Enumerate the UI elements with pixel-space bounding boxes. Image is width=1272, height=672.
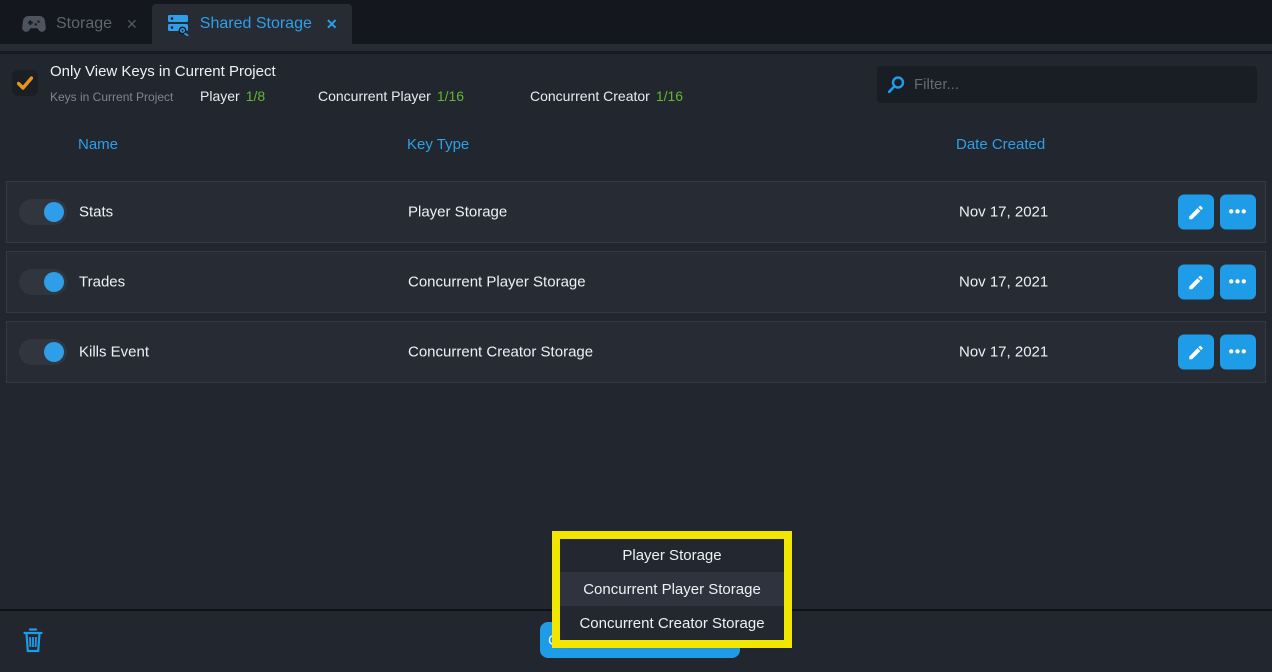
only-view-keys-checkbox[interactable] xyxy=(12,70,38,96)
enabled-toggle[interactable] xyxy=(19,269,67,295)
trash-icon xyxy=(23,628,43,653)
pencil-icon xyxy=(1187,273,1205,291)
column-header-date-created[interactable]: Date Created xyxy=(956,136,1045,153)
pencil-icon xyxy=(1187,343,1205,361)
key-type-dropdown-menu: Player Storage Concurrent Player Storage… xyxy=(560,538,784,640)
ellipsis-icon: ••• xyxy=(1229,274,1248,291)
gamepad-icon xyxy=(22,16,46,32)
check-icon xyxy=(17,76,33,90)
quota-value: 1/16 xyxy=(437,88,464,104)
menu-item-concurrent-player-storage[interactable]: Concurrent Player Storage xyxy=(560,572,784,606)
enabled-toggle[interactable] xyxy=(19,339,67,365)
content-top-strip xyxy=(0,44,1272,51)
pencil-icon xyxy=(1187,203,1205,221)
shared-storage-window: Storage ✕ Shared Storage ✕ Only xyxy=(0,0,1272,672)
key-type: Concurrent Creator Storage xyxy=(408,344,593,361)
ellipsis-icon: ••• xyxy=(1229,204,1248,221)
quota-label: Concurrent Creator xyxy=(530,88,650,104)
table-row: Kills Event Concurrent Creator Storage N… xyxy=(6,321,1266,383)
key-type: Concurrent Player Storage xyxy=(408,274,586,291)
tab-bar: Storage ✕ Shared Storage ✕ xyxy=(0,0,1272,44)
more-options-button[interactable]: ••• xyxy=(1220,265,1256,300)
tab-label: Storage xyxy=(56,15,112,33)
toggle-knob xyxy=(44,272,64,292)
shared-storage-icon xyxy=(166,12,190,36)
column-header-name[interactable]: Name xyxy=(78,136,118,153)
key-name: Stats xyxy=(79,204,113,221)
quota-label: Player xyxy=(200,88,240,104)
filter-box xyxy=(877,66,1257,103)
more-options-button[interactable]: ••• xyxy=(1220,195,1256,230)
divider xyxy=(0,51,1272,54)
quota-value: 1/16 xyxy=(656,88,683,104)
search-icon xyxy=(887,75,906,94)
menu-item-concurrent-creator-storage[interactable]: Concurrent Creator Storage xyxy=(560,606,784,640)
toggle-knob xyxy=(44,202,64,222)
table-row: Trades Concurrent Player Storage Nov 17,… xyxy=(6,251,1266,313)
tab-storage[interactable]: Storage ✕ xyxy=(8,4,152,44)
quota-label: Concurrent Player xyxy=(318,88,431,104)
filter-input[interactable] xyxy=(914,76,1247,93)
key-name: Kills Event xyxy=(79,344,149,361)
concurrent-creator-quota: Concurrent Creator 1/16 xyxy=(530,88,683,104)
date-created: Nov 17, 2021 xyxy=(959,274,1048,291)
date-created: Nov 17, 2021 xyxy=(959,344,1048,361)
menu-item-player-storage[interactable]: Player Storage xyxy=(560,538,784,572)
concurrent-player-quota: Concurrent Player 1/16 xyxy=(318,88,464,104)
delete-button[interactable] xyxy=(20,626,46,654)
close-tab-icon[interactable]: ✕ xyxy=(126,16,138,33)
more-options-button[interactable]: ••• xyxy=(1220,335,1256,370)
player-quota: Player 1/8 xyxy=(200,88,265,104)
key-type: Player Storage xyxy=(408,204,507,221)
close-tab-icon[interactable]: ✕ xyxy=(326,16,338,33)
table-row: Stats Player Storage Nov 17, 2021 ••• xyxy=(6,181,1266,243)
date-created: Nov 17, 2021 xyxy=(959,204,1048,221)
column-header-key-type[interactable]: Key Type xyxy=(407,136,469,153)
page-title: Only View Keys in Current Project xyxy=(50,63,276,80)
toggle-knob xyxy=(44,342,64,362)
enabled-toggle[interactable] xyxy=(19,199,67,225)
quota-value: 1/8 xyxy=(246,88,265,104)
edit-button[interactable] xyxy=(1178,195,1214,230)
keys-scope-label: Keys in Current Project xyxy=(50,90,173,104)
tab-label: Shared Storage xyxy=(200,15,312,33)
edit-button[interactable] xyxy=(1178,335,1214,370)
ellipsis-icon: ••• xyxy=(1229,344,1248,361)
key-name: Trades xyxy=(79,274,125,291)
tab-shared-storage[interactable]: Shared Storage ✕ xyxy=(152,4,352,44)
edit-button[interactable] xyxy=(1178,265,1214,300)
